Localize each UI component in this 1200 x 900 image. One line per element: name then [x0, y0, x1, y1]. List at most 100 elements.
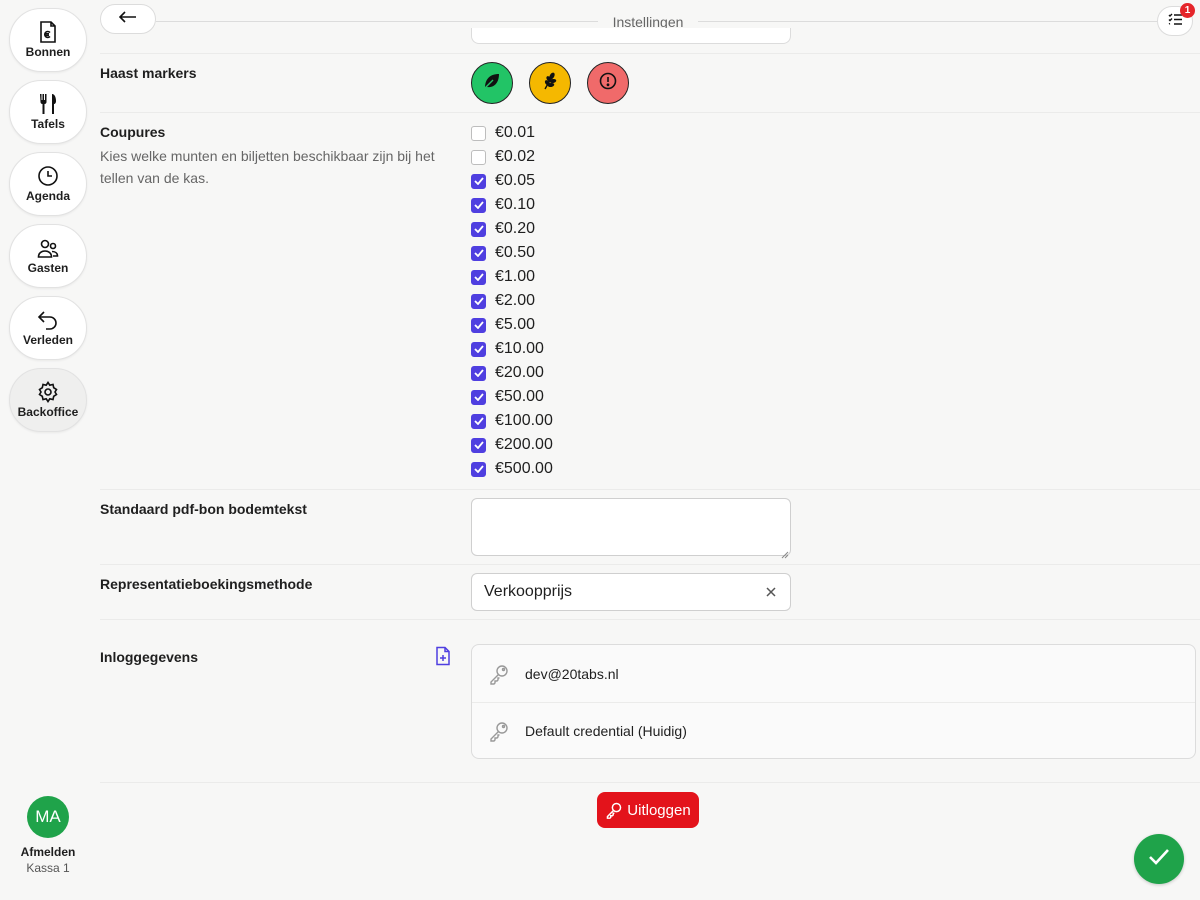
row-divider	[100, 489, 1200, 490]
coupure-option[interactable]: €50.00	[471, 386, 544, 408]
checkbox[interactable]	[471, 221, 486, 237]
header-divider	[156, 21, 598, 22]
credential-row[interactable]: dev@20tabs.nl	[472, 645, 1195, 702]
header-divider	[698, 21, 1157, 22]
checkbox[interactable]	[471, 125, 486, 141]
logout-button[interactable]: Uitloggen	[597, 792, 699, 828]
coupure-option[interactable]: €0.10	[471, 194, 535, 216]
checkbox[interactable]	[471, 293, 486, 309]
coupure-label: €100.00	[495, 412, 553, 429]
sidebar-item-backoffice[interactable]: Backoffice	[9, 368, 87, 432]
coupure-option[interactable]: €200.00	[471, 434, 553, 456]
confirm-button[interactable]	[1134, 834, 1184, 884]
coupure-label: €1.00	[495, 268, 536, 285]
checkbox[interactable]	[471, 245, 486, 261]
add-credential-button[interactable]	[433, 646, 453, 666]
key-icon	[605, 801, 623, 819]
sidebar: Bonnen Tafels Agenda Gasten Verleden Bac…	[0, 0, 96, 900]
coupure-label: €2.00	[495, 292, 536, 309]
coupure-option[interactable]: €0.05	[471, 170, 535, 192]
marker-leaf[interactable]	[471, 62, 513, 104]
sidebar-item-verleden[interactable]: Verleden	[9, 296, 87, 360]
checkbox[interactable]	[471, 149, 486, 165]
select-value: Verkoopprijs	[484, 583, 573, 600]
sidebar-item-gasten[interactable]: Gasten	[9, 224, 87, 288]
sidebar-item-agenda[interactable]: Agenda	[9, 152, 87, 216]
sidebar-item-label: Bonnen	[25, 45, 71, 59]
resize-handle-icon[interactable]	[781, 546, 789, 559]
afmelden-link[interactable]: Afmelden	[0, 845, 96, 859]
coupure-label: €20.00	[495, 364, 544, 381]
credentials-label: Inloggegevens	[100, 649, 199, 665]
coupure-option[interactable]: €5.00	[471, 314, 535, 336]
coupure-label: €0.05	[495, 172, 536, 189]
gear-icon	[37, 381, 59, 403]
sidebar-item-tafels[interactable]: Tafels	[9, 80, 87, 144]
marker-wheat[interactable]	[529, 62, 571, 104]
undo-arrow-icon	[37, 309, 59, 331]
coupure-label: €50.00	[495, 388, 544, 405]
haast-markers-label: Haast markers	[100, 65, 197, 81]
credential-row[interactable]: Default credential (Huidig)	[472, 702, 1195, 759]
marker-alert[interactable]	[587, 62, 629, 104]
coupures-label: Coupures	[100, 124, 166, 140]
checkbox[interactable]	[471, 173, 486, 189]
coupure-option[interactable]: €100.00	[471, 410, 553, 432]
checklist-icon	[1168, 12, 1182, 30]
representation-select[interactable]: Verkoopprijs	[471, 573, 791, 611]
coupure-option[interactable]: €0.02	[471, 146, 535, 168]
coupure-label: €10.00	[495, 340, 544, 357]
row-divider	[100, 53, 1200, 54]
coupure-label: €0.20	[495, 220, 536, 237]
clock-icon	[37, 165, 59, 187]
coupure-label: €5.00	[495, 316, 536, 333]
checkbox[interactable]	[471, 341, 486, 357]
coupure-label: €0.10	[495, 196, 536, 213]
row-divider	[100, 112, 1200, 113]
checkbox[interactable]	[471, 197, 486, 213]
sidebar-item-label: Backoffice	[17, 405, 79, 419]
sidebar-item-label: Agenda	[25, 189, 70, 203]
pdf-footer-textarea[interactable]	[471, 498, 791, 556]
avatar[interactable]: MA	[27, 796, 69, 838]
checkbox[interactable]	[471, 437, 486, 453]
coupure-option[interactable]: €10.00	[471, 338, 544, 360]
coupure-option[interactable]: €0.20	[471, 218, 535, 240]
checkbox[interactable]	[471, 389, 486, 405]
checkbox[interactable]	[471, 317, 486, 333]
checkbox[interactable]	[471, 461, 486, 477]
coupure-label: €200.00	[495, 436, 553, 453]
credentials-list: dev@20tabs.nl Default credential (Huidig…	[471, 644, 1196, 759]
register-name: Kassa 1	[26, 861, 70, 875]
sidebar-item-bonnen[interactable]: Bonnen	[9, 8, 87, 72]
coupure-option[interactable]: €2.00	[471, 290, 535, 312]
pdf-footer-label: Standaard pdf-bon bodemtekst	[100, 501, 307, 517]
coupure-label: €500.00	[495, 460, 553, 477]
row-divider	[100, 782, 1200, 783]
notification-badge: 1	[1180, 3, 1195, 18]
file-plus-icon	[433, 646, 453, 670]
credential-name: Default credential (Huidig)	[525, 722, 687, 739]
sidebar-item-label: Gasten	[27, 261, 69, 275]
coupure-option[interactable]: €20.00	[471, 362, 544, 384]
arrow-left-icon	[118, 10, 137, 28]
wheat-icon	[540, 71, 560, 96]
users-icon	[37, 237, 59, 259]
key-icon	[488, 720, 510, 742]
previous-field[interactable]	[471, 28, 791, 44]
checkbox[interactable]	[471, 413, 486, 429]
back-button[interactable]	[100, 4, 156, 34]
checkbox[interactable]	[471, 269, 486, 285]
coupure-label: €0.01	[495, 124, 536, 141]
coupure-option[interactable]: €0.50	[471, 242, 535, 264]
coupure-label: €0.50	[495, 244, 536, 261]
row-divider	[100, 619, 1200, 620]
coupure-option[interactable]: €500.00	[471, 458, 553, 480]
clear-icon[interactable]	[762, 583, 780, 601]
receipt-euro-icon	[37, 21, 59, 43]
checkbox[interactable]	[471, 365, 486, 381]
leaf-icon	[482, 71, 502, 96]
coupure-option[interactable]: €0.01	[471, 122, 535, 144]
coupure-option[interactable]: €1.00	[471, 266, 535, 288]
checkmark-icon	[1148, 848, 1170, 871]
